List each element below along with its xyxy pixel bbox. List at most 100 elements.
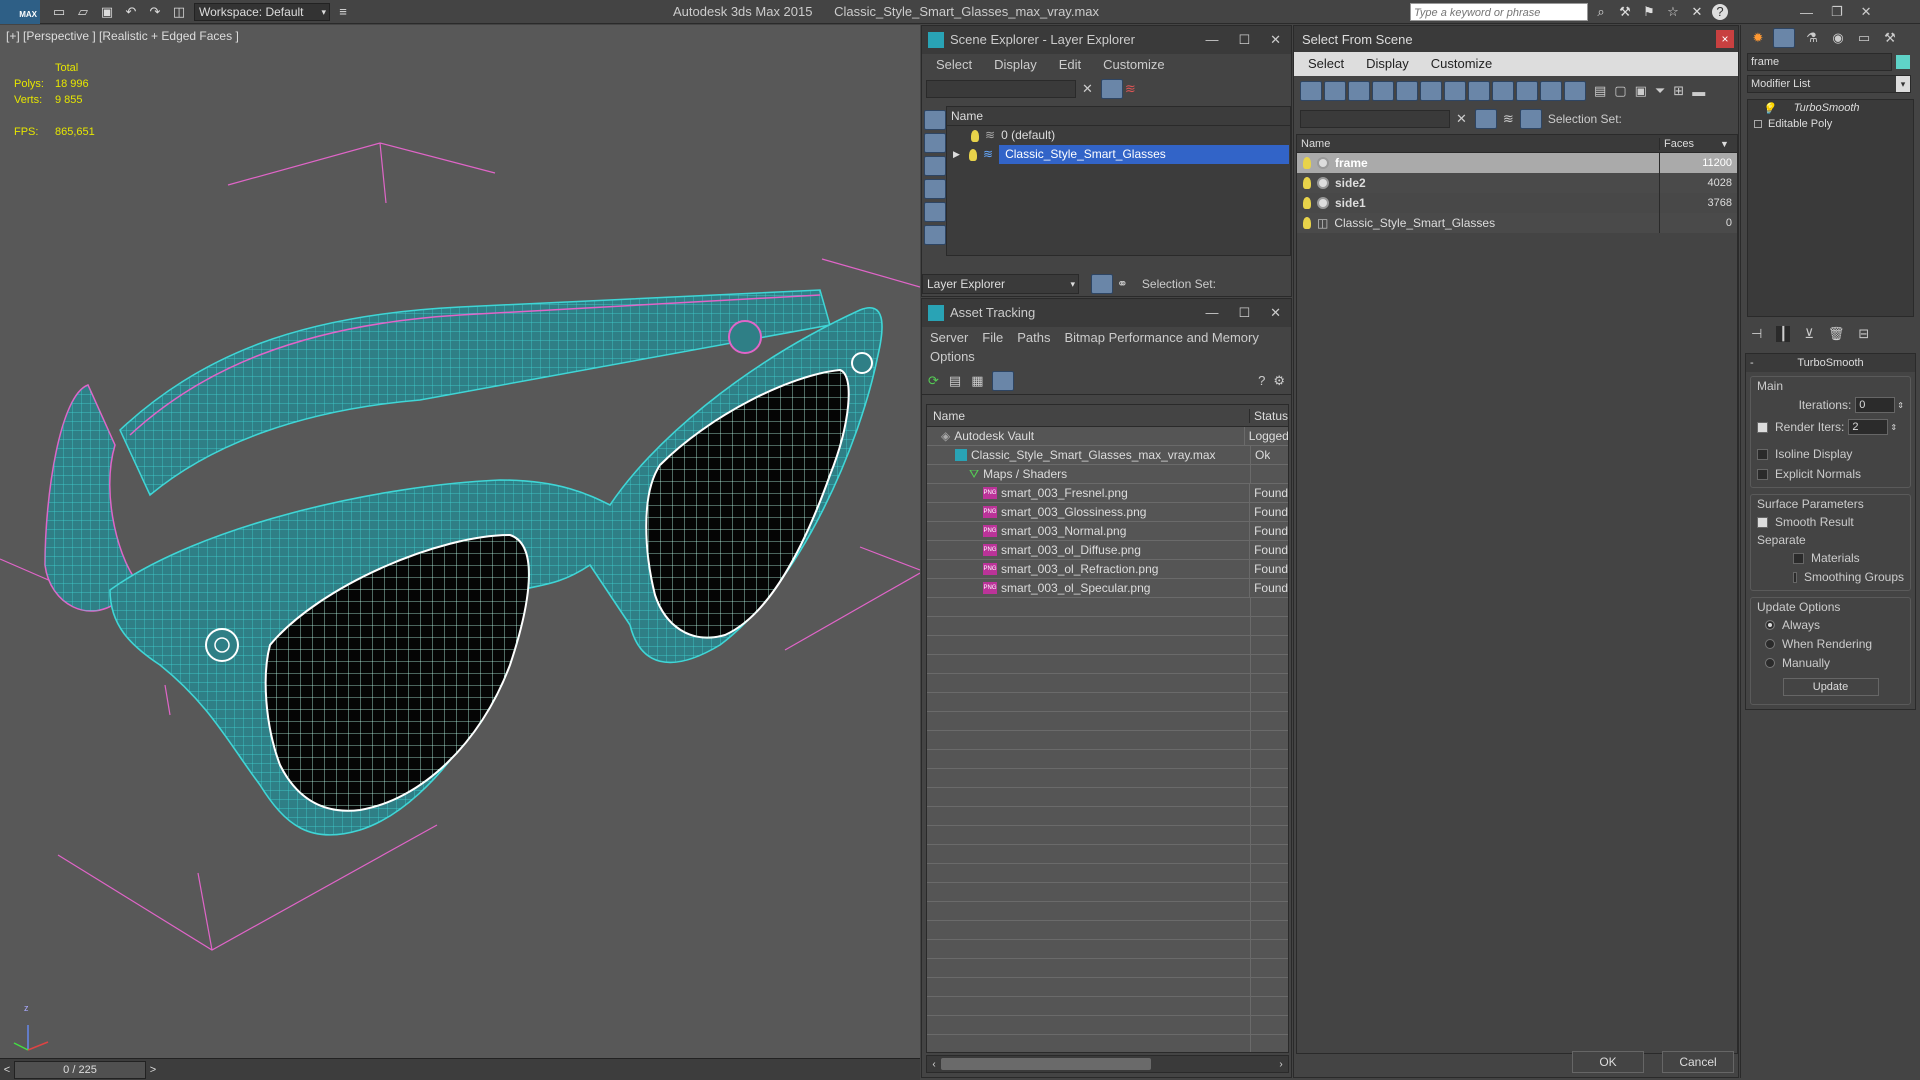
maximize-icon[interactable]: ☐ bbox=[1238, 299, 1250, 327]
display-spacewarps-icon[interactable] bbox=[1420, 81, 1442, 101]
layer-col-name[interactable]: Name bbox=[947, 107, 1290, 126]
app-logo[interactable]: MAX bbox=[0, 0, 40, 24]
menu-options[interactable]: Options bbox=[930, 349, 975, 367]
display-lights-icon[interactable] bbox=[1348, 81, 1370, 101]
close-icon[interactable]: ✕ bbox=[1270, 299, 1281, 327]
spinner-arrows-icon[interactable]: ⇕ bbox=[1897, 401, 1904, 410]
timeline-prev[interactable]: < bbox=[0, 1064, 14, 1076]
display-xrefs-icon[interactable] bbox=[1468, 81, 1490, 101]
object-color-swatch[interactable] bbox=[1896, 55, 1910, 69]
asset-row[interactable]: ◈ Autodesk Vault Logged bbox=[927, 426, 1288, 446]
select-from-scene-window[interactable]: Select From Scene × Select Display Custo… bbox=[1293, 25, 1739, 1078]
menu-customize[interactable]: Customize bbox=[1431, 52, 1492, 76]
scroll-right-icon[interactable]: › bbox=[1274, 1059, 1288, 1070]
redo-icon[interactable]: ↷ bbox=[146, 3, 164, 21]
hierarchy-icon[interactable]: ⚭ bbox=[1117, 276, 1128, 292]
always-radio[interactable] bbox=[1765, 620, 1775, 630]
layer-explorer-window[interactable]: Scene Explorer - Layer Explorer — ☐ ✕ Se… bbox=[921, 25, 1292, 297]
settings-icon[interactable]: ⚙ bbox=[1273, 373, 1285, 389]
layers-icon[interactable]: ≋ bbox=[1503, 111, 1514, 127]
show-end-result-icon[interactable]: ┃ bbox=[1776, 326, 1791, 342]
sort-down-icon[interactable]: ▼ bbox=[1720, 139, 1729, 149]
new-file-icon[interactable]: ▭ bbox=[50, 3, 68, 21]
layer-row[interactable]: ▶ ≋ Classic_Style_Smart_Glasses bbox=[947, 145, 1290, 164]
clear-search-icon[interactable]: ✕ bbox=[1456, 111, 1467, 127]
select-scene-titlebar[interactable]: Select From Scene × bbox=[1294, 26, 1738, 52]
display-shapes-icon[interactable] bbox=[924, 133, 946, 153]
asset-hscrollbar[interactable]: ‹ › bbox=[926, 1055, 1289, 1073]
asset-row[interactable]: PNG smart_003_ol_Specular.png Found bbox=[927, 578, 1288, 598]
select-none-icon[interactable]: ▢ bbox=[1614, 83, 1626, 99]
table-view-icon[interactable] bbox=[991, 370, 1014, 391]
collapse-icon[interactable]: ▬ bbox=[1692, 84, 1705, 99]
smoothing-groups-checkbox[interactable] bbox=[1793, 571, 1797, 583]
scene-object-row[interactable]: side1 3768 bbox=[1297, 193, 1737, 213]
display-geometry-icon[interactable] bbox=[1300, 81, 1322, 101]
close-icon[interactable]: × bbox=[1716, 30, 1734, 48]
pin-stack-icon[interactable]: ⊣ bbox=[1751, 326, 1762, 342]
remove-modifier-icon[interactable]: 🗑 bbox=[1828, 326, 1845, 342]
layer-view-icon[interactable] bbox=[1091, 274, 1113, 294]
open-file-icon[interactable]: ▱ bbox=[74, 3, 92, 21]
modifier-list-dropdown[interactable]: Modifier List ▾ bbox=[1747, 75, 1911, 93]
bulb-icon[interactable] bbox=[971, 129, 979, 142]
expand-icon[interactable]: ▶ bbox=[953, 145, 969, 164]
menu-select[interactable]: Select bbox=[1308, 52, 1344, 76]
asset-col-status[interactable]: Status bbox=[1250, 409, 1288, 423]
display-hidden-icon[interactable] bbox=[1564, 81, 1586, 101]
display-geometry-icon[interactable] bbox=[924, 110, 946, 130]
modifier-stack[interactable]: 💡 TurboSmooth Editable Poly bbox=[1747, 99, 1914, 317]
scene-search-input[interactable] bbox=[1300, 110, 1450, 128]
display-helpers-icon[interactable] bbox=[1396, 81, 1418, 101]
select-invert-icon[interactable]: ▣ bbox=[1635, 83, 1647, 99]
materials-checkbox[interactable] bbox=[1793, 552, 1804, 564]
timeline-next[interactable]: > bbox=[146, 1064, 160, 1076]
asset-row[interactable]: PNG smart_003_ol_Diffuse.png Found bbox=[927, 540, 1288, 560]
layer-settings-icon[interactable]: ≋ bbox=[1125, 81, 1136, 97]
scene-col-name[interactable]: Name bbox=[1297, 137, 1660, 150]
tools-icon[interactable]: ⚒ bbox=[1616, 3, 1634, 21]
menu-customize[interactable]: Customize bbox=[1103, 54, 1164, 76]
modify-tab-icon[interactable] bbox=[1773, 28, 1795, 48]
scene-object-row[interactable]: side2 4028 bbox=[1297, 173, 1737, 193]
perspective-viewport[interactable]: [+] [Perspective ] [Realistic + Edged Fa… bbox=[0, 25, 920, 1058]
thumbnail-view-icon[interactable]: ▦ bbox=[971, 373, 983, 389]
filter-icon[interactable]: ⏷ bbox=[1655, 83, 1665, 99]
rollout-header[interactable]: - TurboSmooth bbox=[1746, 354, 1915, 372]
workspace-dropdown[interactable]: Workspace: Default ▾ bbox=[194, 2, 330, 21]
hierarchy-tab-icon[interactable]: ⚗ bbox=[1801, 30, 1823, 46]
iterations-spinner[interactable]: 0 bbox=[1855, 397, 1896, 413]
asset-row[interactable]: PNG smart_003_Fresnel.png Found bbox=[927, 483, 1288, 503]
asset-row[interactable]: PNG smart_003_Glossiness.png Found bbox=[927, 502, 1288, 522]
undo-icon[interactable]: ↶ bbox=[122, 3, 140, 21]
stack-item-turbosmooth[interactable]: 💡 TurboSmooth bbox=[1748, 100, 1913, 116]
manually-radio[interactable] bbox=[1765, 658, 1775, 668]
cancel-button[interactable]: Cancel bbox=[1662, 1051, 1734, 1073]
close-icon[interactable]: ✕ bbox=[1270, 26, 1281, 54]
explorer-type-dropdown[interactable]: Layer Explorer ▾ bbox=[922, 274, 1079, 294]
scroll-thumb[interactable] bbox=[941, 1058, 1151, 1070]
display-frozen-icon[interactable] bbox=[1540, 81, 1562, 101]
star-icon[interactable]: ☆ bbox=[1664, 3, 1682, 21]
save-icon[interactable]: ▣ bbox=[98, 3, 116, 21]
scene-object-list[interactable]: Name Faces ▼ frame 11200 side2 4028 side1 376… bbox=[1296, 134, 1738, 1054]
asset-row[interactable]: PNG smart_003_Normal.png Found bbox=[927, 521, 1288, 541]
display-bones-icon[interactable] bbox=[1492, 81, 1514, 101]
isoline-checkbox[interactable] bbox=[1757, 448, 1768, 460]
menu-display[interactable]: Display bbox=[994, 54, 1037, 76]
filter-icon[interactable] bbox=[1100, 79, 1123, 99]
frame-indicator[interactable]: 0 / 225 bbox=[14, 1060, 146, 1079]
motion-tab-icon[interactable]: ◉ bbox=[1827, 30, 1849, 46]
stack-item-editable-poly[interactable]: Editable Poly bbox=[1748, 116, 1913, 132]
asset-table[interactable]: Name Status ◈ Autodesk Vault Logged Classic… bbox=[926, 404, 1289, 1053]
display-lights-icon[interactable] bbox=[924, 156, 946, 176]
asset-col-name[interactable]: Name bbox=[927, 408, 1250, 423]
scene-col-faces[interactable]: Faces bbox=[1660, 138, 1720, 150]
refresh-icon[interactable]: ⟳ bbox=[928, 373, 939, 389]
scene-object-row[interactable]: ◫ Classic_Style_Smart_Glasses 0 bbox=[1297, 213, 1737, 233]
when-rendering-radio[interactable] bbox=[1765, 639, 1775, 649]
asset-row[interactable]: ⛛ Maps / Shaders bbox=[927, 464, 1288, 484]
select-all-icon[interactable]: ▤ bbox=[1594, 83, 1606, 99]
smooth-result-checkbox[interactable] bbox=[1757, 516, 1768, 528]
display-groups-icon[interactable] bbox=[1444, 81, 1466, 101]
